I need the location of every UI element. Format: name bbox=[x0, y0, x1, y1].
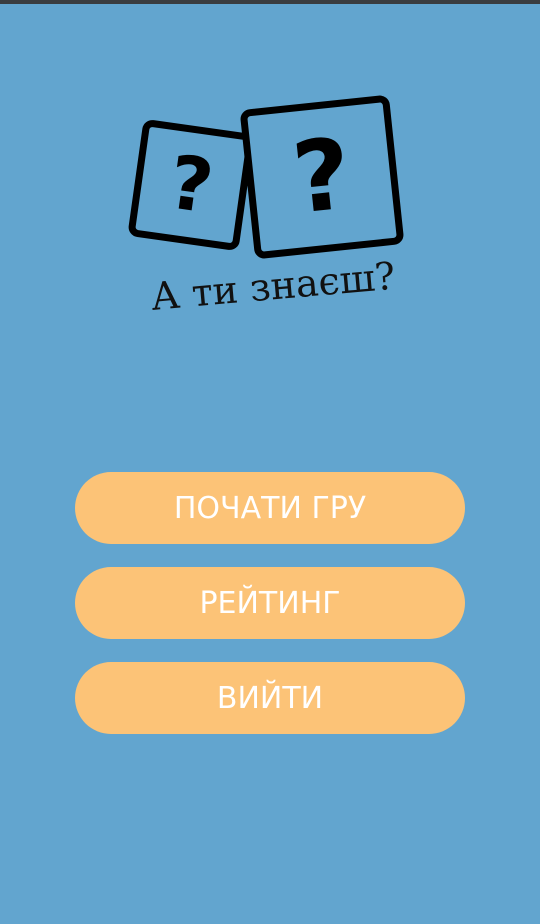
logo-card-left: ? bbox=[127, 118, 255, 252]
app-logo: ? ? А ти знаєш? bbox=[125, 90, 425, 340]
rating-button[interactable]: РЕЙТИНГ bbox=[75, 567, 465, 639]
logo-card-right: ? bbox=[239, 94, 405, 260]
question-mark-icon: ? bbox=[287, 117, 357, 237]
exit-button[interactable]: ВИЙТИ bbox=[75, 662, 465, 734]
start-game-button[interactable]: ПОЧАТИ ГРУ bbox=[75, 472, 465, 544]
question-mark-icon: ? bbox=[163, 139, 219, 231]
main-menu: ПОЧАТИ ГРУ РЕЙТИНГ ВИЙТИ bbox=[75, 472, 465, 757]
status-bar bbox=[0, 0, 540, 4]
app-tagline: А ти знаєш? bbox=[149, 253, 397, 319]
